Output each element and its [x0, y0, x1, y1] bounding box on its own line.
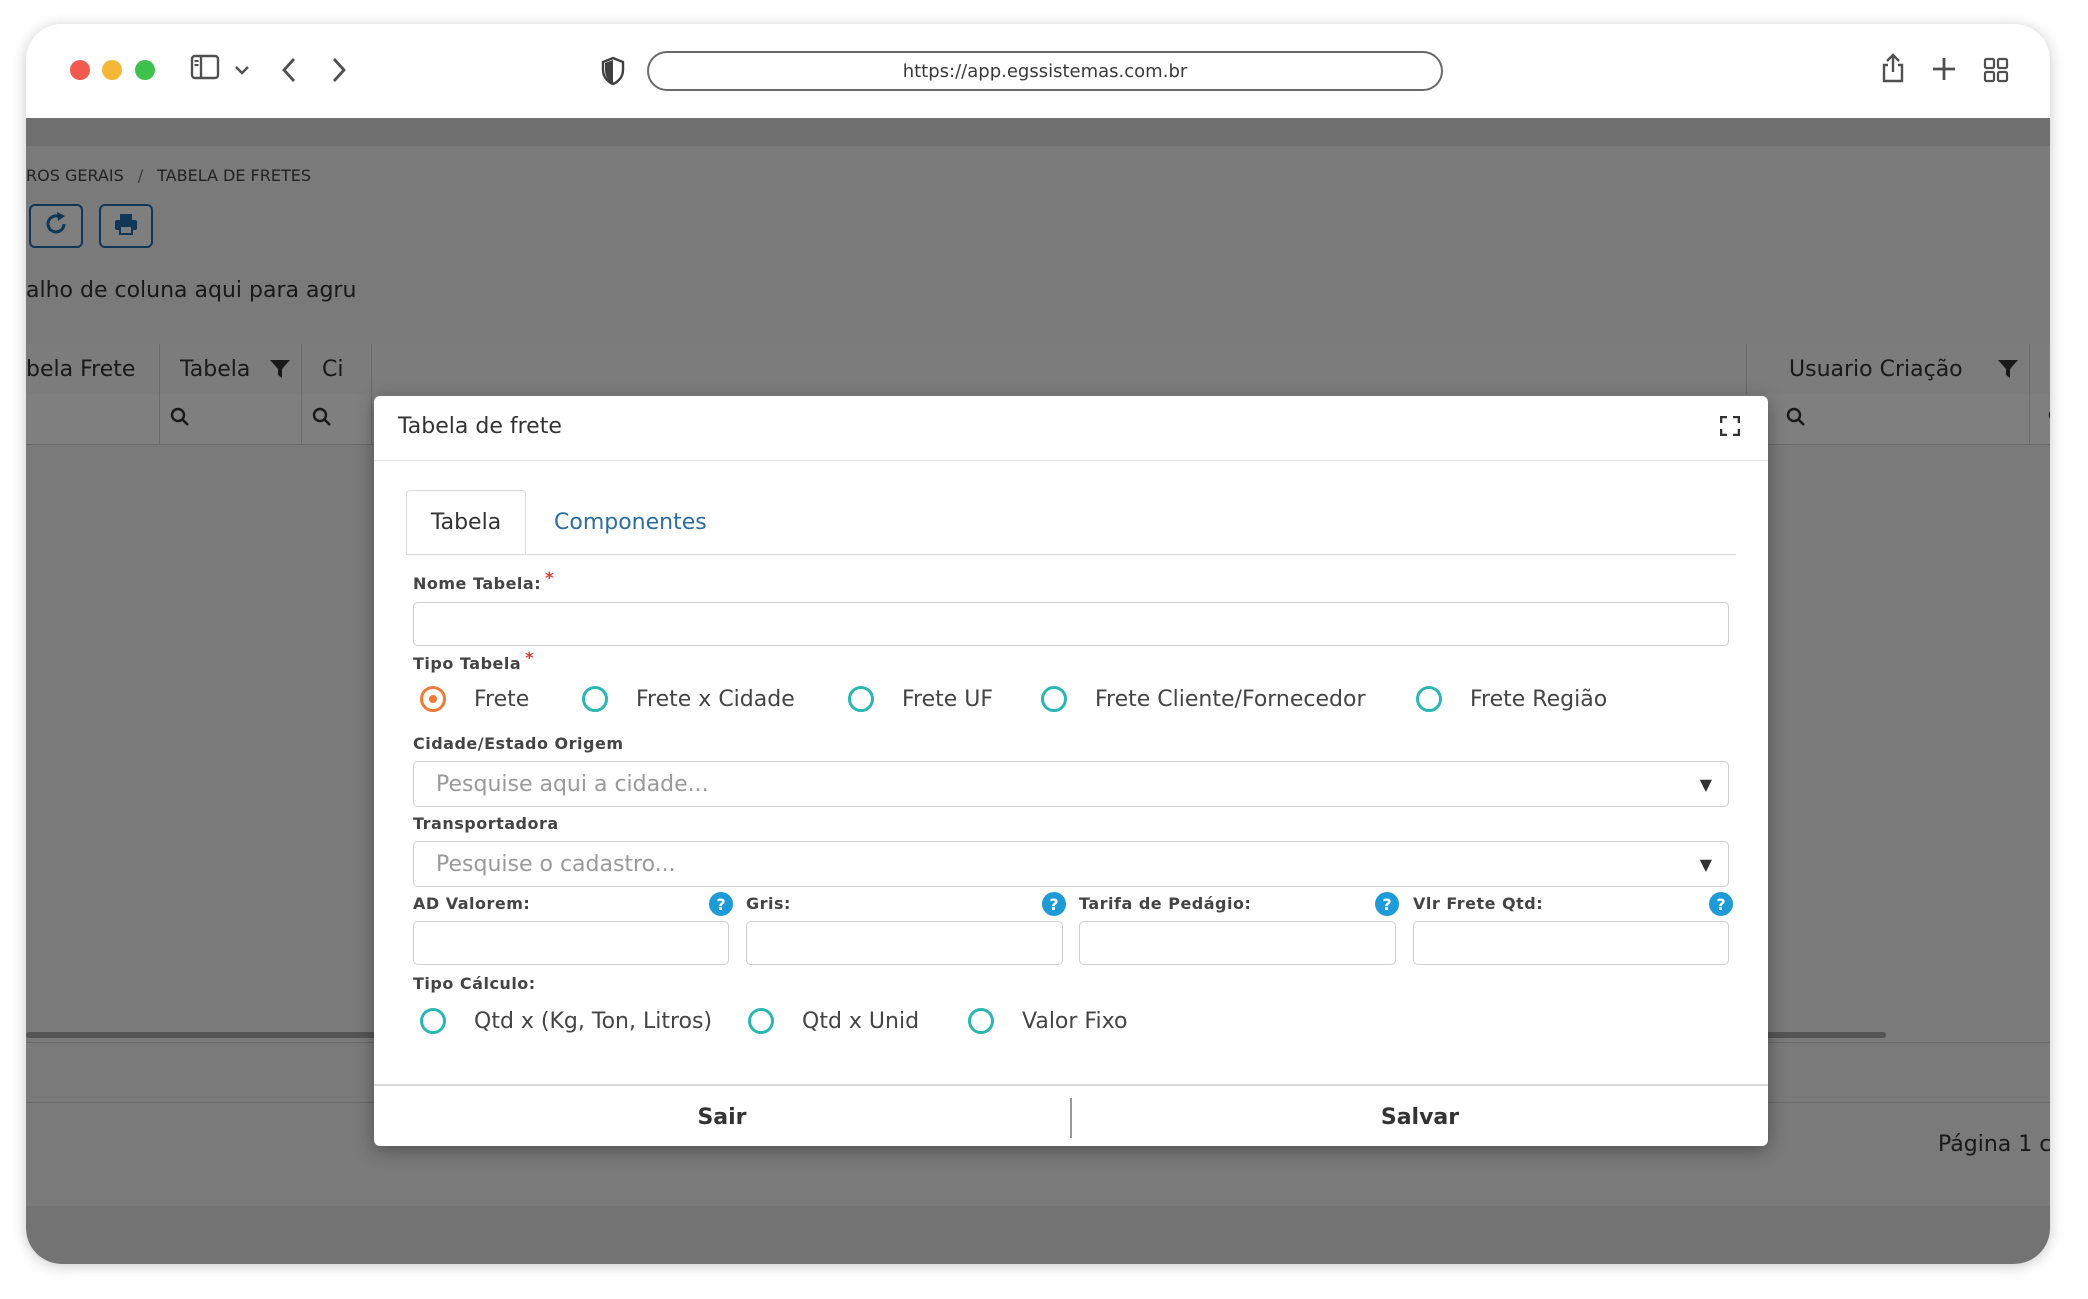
- cidade-origem-label: Cidade/Estado Origem: [413, 734, 624, 753]
- gris-label: Gris:: [746, 894, 791, 913]
- radio-icon: [1416, 686, 1442, 712]
- radio-frete-uf[interactable]: Frete UF: [848, 686, 993, 712]
- tipo-tabela-label: Tipo Tabela *: [413, 648, 535, 673]
- transportadora-select[interactable]: Pesquise o cadastro... ▼: [413, 841, 1729, 887]
- radio-icon: [582, 686, 608, 712]
- dropdown-caret-icon: ▼: [1699, 774, 1712, 794]
- required-mark: *: [525, 648, 535, 667]
- salvar-button[interactable]: Salvar: [1072, 1086, 1768, 1148]
- help-icon[interactable]: ?: [709, 892, 733, 916]
- forward-icon[interactable]: [330, 56, 348, 88]
- browser-toolbar: https://app.egssistemas.com.br: [26, 24, 2050, 118]
- sair-button[interactable]: Sair: [374, 1086, 1070, 1148]
- radio-checked-icon: [420, 686, 446, 712]
- url-bar[interactable]: https://app.egssistemas.com.br: [647, 51, 1443, 91]
- help-icon[interactable]: ?: [1375, 892, 1399, 916]
- close-window-button[interactable]: [70, 60, 90, 80]
- radio-qtd-unid[interactable]: Qtd x Unid: [748, 1008, 919, 1034]
- radio-icon: [1041, 686, 1067, 712]
- vlr-frete-qtd-input[interactable]: [1413, 921, 1729, 965]
- dropdown-caret-icon: ▼: [1699, 854, 1712, 874]
- tab-componentes[interactable]: Componentes: [554, 490, 707, 554]
- help-icon[interactable]: ?: [1709, 892, 1733, 916]
- url-text: https://app.egssistemas.com.br: [902, 60, 1188, 82]
- help-icon[interactable]: ?: [1042, 892, 1066, 916]
- required-mark: *: [545, 568, 554, 587]
- zoom-window-button[interactable]: [135, 60, 155, 80]
- radio-icon: [420, 1008, 446, 1034]
- browser-window: https://app.egssistemas.com.br ROS GERAI…: [26, 24, 2050, 1264]
- radio-frete-cliente-fornecedor[interactable]: Frete Cliente/Fornecedor: [1041, 686, 1366, 712]
- radio-valor-fixo[interactable]: Valor Fixo: [968, 1008, 1127, 1034]
- sidebar-toggle-icon[interactable]: [190, 54, 220, 84]
- radio-icon: [848, 686, 874, 712]
- dialog-title: Tabela de frete: [398, 414, 562, 439]
- gris-input[interactable]: [746, 921, 1063, 965]
- cidade-origem-placeholder: Pesquise aqui a cidade...: [436, 771, 709, 797]
- tab-tabela[interactable]: Tabela: [406, 490, 526, 554]
- radio-icon: [748, 1008, 774, 1034]
- transportadora-label: Transportadora: [413, 814, 559, 833]
- radio-icon: [968, 1008, 994, 1034]
- ad-valorem-input[interactable]: [413, 921, 729, 965]
- new-tab-icon[interactable]: [1931, 56, 1957, 86]
- tarifa-pedagio-input[interactable]: [1079, 921, 1396, 965]
- maximize-icon[interactable]: [1719, 415, 1741, 440]
- freight-table-dialog: Tabela de frete Tabela Componentes Nome …: [374, 396, 1768, 1146]
- nome-tabela-input[interactable]: [413, 602, 1729, 646]
- radio-frete[interactable]: Frete: [420, 686, 529, 712]
- cidade-origem-select[interactable]: Pesquise aqui a cidade... ▼: [413, 761, 1729, 807]
- radio-frete-regiao[interactable]: Frete Região: [1416, 686, 1607, 712]
- ad-valorem-label: AD Valorem:: [413, 894, 531, 913]
- tarifa-pedagio-label: Tarifa de Pedágio:: [1079, 894, 1252, 913]
- app-page: ROS GERAIS/TABELA DE FRETES alho de colu…: [26, 118, 2050, 1264]
- tab-overview-icon[interactable]: [1983, 57, 2009, 87]
- vlr-frete-qtd-label: Vlr Frete Qtd:: [1413, 894, 1544, 913]
- shield-icon[interactable]: [600, 56, 626, 90]
- dialog-tabs: Tabela Componentes: [406, 490, 1736, 555]
- chevron-down-icon[interactable]: [234, 62, 250, 81]
- dialog-footer: Sair Salvar: [374, 1084, 1768, 1148]
- share-icon[interactable]: [1880, 52, 1906, 88]
- minimize-window-button[interactable]: [102, 60, 122, 80]
- radio-frete-cidade[interactable]: Frete x Cidade: [582, 686, 795, 712]
- dialog-header: Tabela de frete: [374, 396, 1768, 461]
- radio-qtd-kg-ton-litros[interactable]: Qtd x (Kg, Ton, Litros): [420, 1008, 712, 1034]
- nome-tabela-label: Nome Tabela: *: [413, 568, 554, 593]
- transportadora-placeholder: Pesquise o cadastro...: [436, 851, 676, 877]
- back-icon[interactable]: [280, 56, 298, 88]
- tipo-calculo-label: Tipo Cálculo:: [413, 974, 536, 993]
